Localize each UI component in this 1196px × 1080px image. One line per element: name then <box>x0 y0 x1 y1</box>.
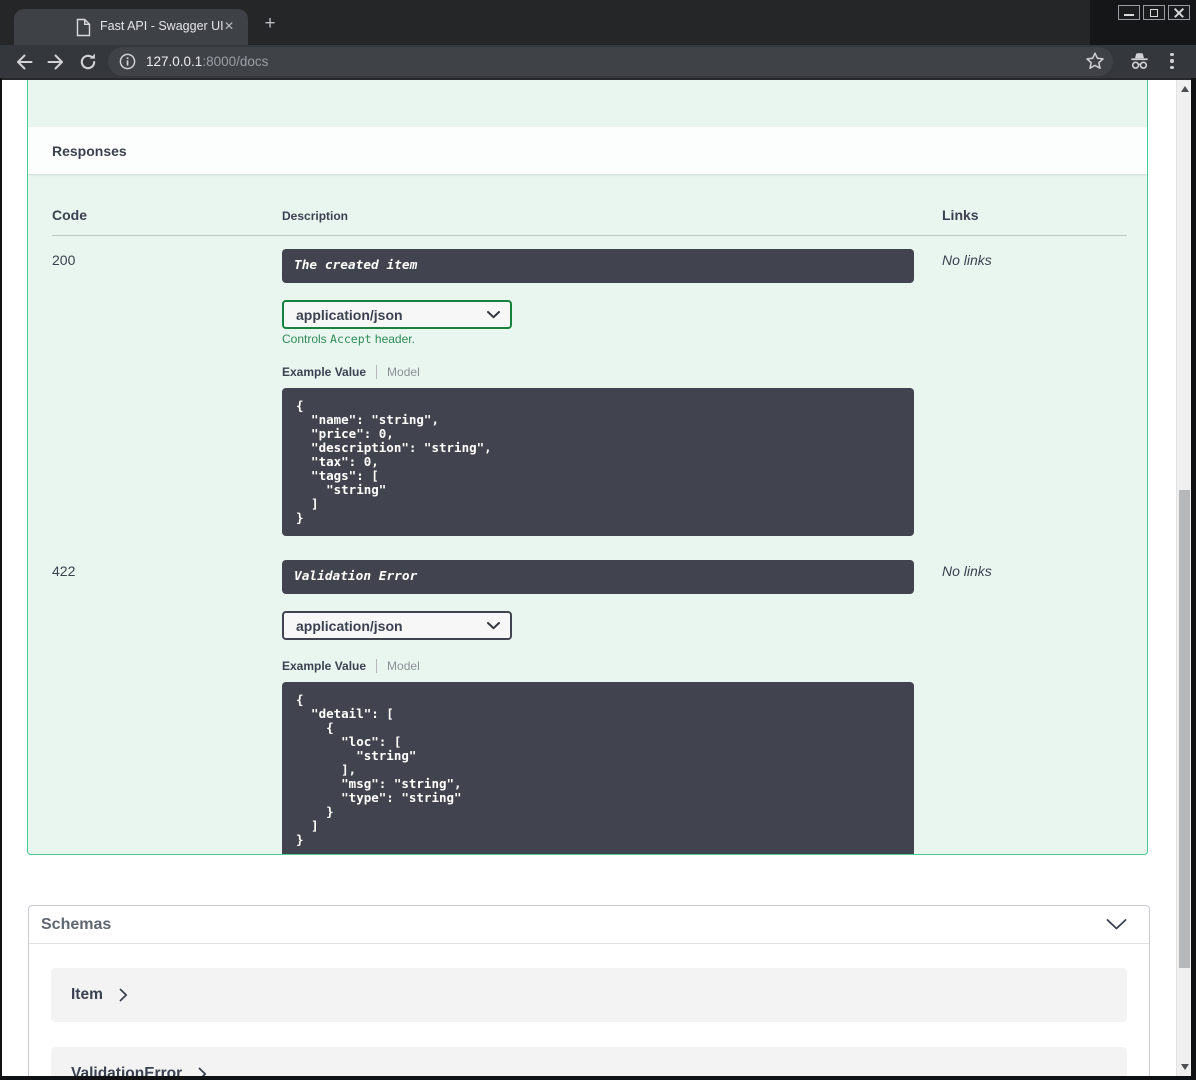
column-header-code: Code <box>52 207 87 223</box>
tab-example-value[interactable]: Example Value <box>282 365 366 379</box>
window-controls <box>1090 0 1196 45</box>
schemas-section: Schemas Item ValidationError <box>28 905 1150 1076</box>
response-row-200: 200 The created item application/json Co… <box>52 236 1127 536</box>
url-text: 127.0.0.1:8000/docs <box>146 54 268 69</box>
close-button[interactable] <box>1168 5 1190 20</box>
url-host: 127.0.0.1 <box>146 54 203 69</box>
column-header-links: Links <box>942 207 979 223</box>
maximize-button[interactable] <box>1143 5 1165 20</box>
minimize-icon <box>1124 14 1134 16</box>
model-name: ValidationError <box>71 1065 183 1076</box>
example-model-tabs: Example Value Model <box>282 365 914 379</box>
tab-title: Fast API - Swagger UI <box>100 19 224 33</box>
scroll-down-arrow[interactable] <box>1177 1060 1191 1074</box>
triangle-up-icon <box>1180 86 1189 92</box>
tab-divider <box>376 365 378 379</box>
reload-button[interactable] <box>76 50 100 74</box>
example-json: { "name": "string", "price": 0, "descrip… <box>296 398 492 525</box>
browser-menu-icon[interactable] <box>1163 50 1181 72</box>
accept-header-note: Controls Accept header. <box>282 332 415 346</box>
tab-close-icon[interactable]: ✕ <box>220 17 238 35</box>
browser-tab[interactable]: Fast API - Swagger UI ✕ <box>14 9 248 45</box>
schemas-body: Item ValidationError <box>29 944 1149 1076</box>
media-type-value: application/json <box>296 306 403 323</box>
chevron-down-icon <box>487 310 500 318</box>
tab-model[interactable]: Model <box>387 365 420 379</box>
tab-strip: Fast API - Swagger UI ✕ + <box>0 0 1196 45</box>
model-name: Item <box>71 986 103 1003</box>
incognito-avatar-icon[interactable] <box>1128 50 1151 77</box>
site-info-icon[interactable] <box>119 53 136 70</box>
maximize-icon <box>1150 8 1158 17</box>
page-scrollbar[interactable] <box>1176 80 1191 1076</box>
response-code: 422 <box>52 563 76 579</box>
example-model-tabs: Example Value Model <box>282 659 914 673</box>
close-icon <box>1174 7 1184 18</box>
responses-table: Code Description Links 200 The created i… <box>28 174 1147 854</box>
post-operation-block: Responses Code Description Links 200 The… <box>27 80 1148 855</box>
scroll-up-arrow[interactable] <box>1177 82 1191 96</box>
chevron-down-icon[interactable] <box>1106 919 1127 930</box>
forward-button[interactable] <box>44 50 68 74</box>
schemas-title: Schemas <box>41 915 112 933</box>
responses-section-header: Responses <box>28 127 1147 174</box>
response-description-cell: The created item application/json Contro… <box>282 249 914 536</box>
example-code-block: { "name": "string", "price": 0, "descrip… <box>282 388 914 536</box>
back-button[interactable] <box>12 50 36 74</box>
response-links: No links <box>942 563 992 579</box>
schemas-header[interactable]: Schemas <box>29 906 1149 944</box>
chevron-right-icon <box>119 988 127 1002</box>
response-description: The created item <box>282 249 914 283</box>
response-links: No links <box>942 252 992 268</box>
column-header-description: Description <box>282 209 349 223</box>
bookmark-star-icon[interactable] <box>1085 51 1105 71</box>
chevron-right-icon <box>198 1067 207 1076</box>
media-type-select[interactable]: application/json <box>282 300 512 329</box>
model-item[interactable]: Item <box>51 968 1127 1022</box>
scrollbar-thumb[interactable] <box>1179 490 1190 968</box>
tab-divider <box>376 659 378 673</box>
responses-title: Responses <box>52 142 127 159</box>
url-path: :8000/docs <box>202 54 269 69</box>
address-bar[interactable]: 127.0.0.1:8000/docs <box>108 47 1113 76</box>
minimize-button[interactable] <box>1118 5 1140 20</box>
example-json: { "detail": [ { "loc": [ "string" ], "ms… <box>296 692 462 847</box>
triangle-down-icon <box>1180 1064 1189 1070</box>
response-code: 200 <box>52 252 76 268</box>
media-type-value: application/json <box>296 617 403 634</box>
browser-window: Fast API - Swagger UI ✕ + 127.0.0.1:8000… <box>0 0 1196 1080</box>
operation-body-spacer <box>28 80 1147 127</box>
new-tab-button[interactable]: + <box>258 12 282 36</box>
tab-example-value[interactable]: Example Value <box>282 659 366 673</box>
responses-table-header: Code Description Links <box>52 174 1127 236</box>
media-type-select[interactable]: application/json <box>282 611 512 640</box>
response-description-cell: Validation Error application/json Exampl… <box>282 560 914 854</box>
browser-toolbar: 127.0.0.1:8000/docs <box>0 45 1196 78</box>
response-row-422: 422 Validation Error application/json Ex… <box>52 547 1127 854</box>
chevron-down-icon <box>487 621 500 629</box>
model-validationerror[interactable]: ValidationError <box>51 1047 1127 1076</box>
page-icon <box>76 18 91 42</box>
page-content: Responses Code Description Links 200 The… <box>2 78 1191 1076</box>
tab-model[interactable]: Model <box>387 659 420 673</box>
response-description: Validation Error <box>282 560 914 594</box>
example-code-block: { "detail": [ { "loc": [ "string" ], "ms… <box>282 682 914 854</box>
